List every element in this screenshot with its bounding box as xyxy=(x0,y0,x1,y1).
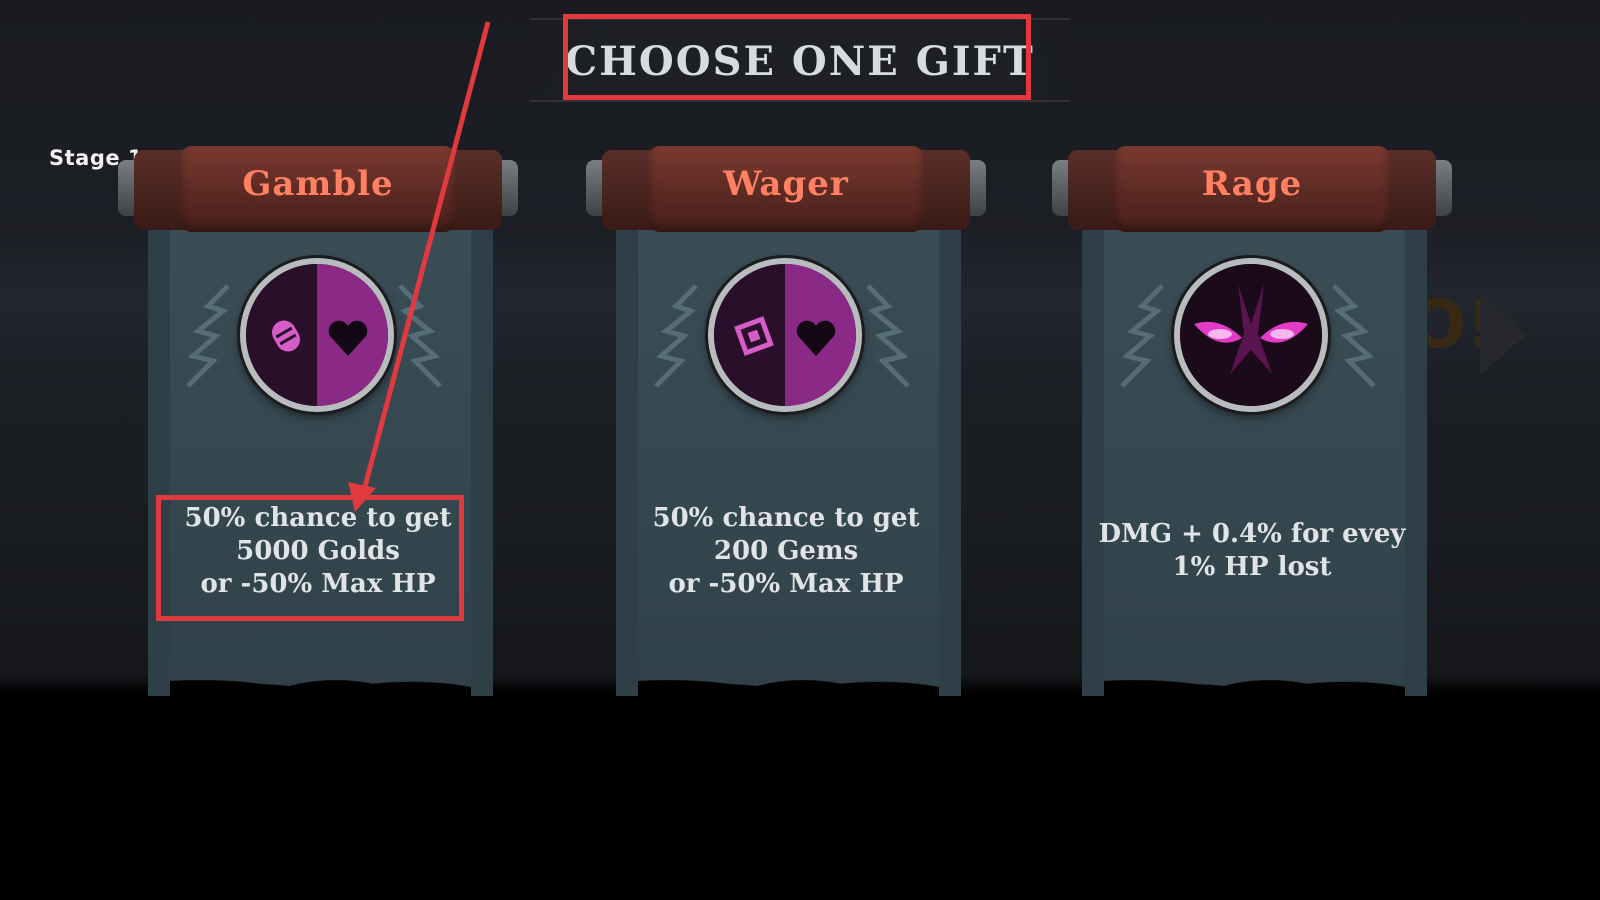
card-header-scroll-rod: Gamble xyxy=(118,146,518,232)
thorn-ornament-icon xyxy=(186,284,230,388)
description-line: or -50% Max HP xyxy=(668,569,904,599)
card-title: Gamble xyxy=(242,164,394,204)
gift-card-wager[interactable]: Wager 50% chance to get 200 Gems or -50%… xyxy=(586,146,986,706)
card-header-scroll-rod: Rage xyxy=(1052,146,1452,232)
description-line: DMG + 0.4% for evey xyxy=(1098,519,1406,549)
background-next-arrow-icon xyxy=(1480,295,1526,375)
gift-card-gamble[interactable]: Gamble 50% chance to get 5000 Golds or -… xyxy=(118,146,518,706)
gift-selection-screen: O! CHOOSE ONE GIFT Stage 1 Gamble 50% ch… xyxy=(0,0,1600,900)
gem-and-heart-icon xyxy=(708,258,862,412)
card-header-scroll-rod: Wager xyxy=(586,146,986,232)
title-highlight-box xyxy=(563,14,1031,100)
ground-silhouette xyxy=(0,696,1600,900)
description-line: 50% chance to get xyxy=(652,503,920,533)
gold-coin-and-heart-icon xyxy=(240,258,394,412)
card-title: Wager xyxy=(723,164,849,204)
gift-card-rage[interactable]: Rage DMG + 0.4% for evey 1% HP lost xyxy=(1052,146,1452,706)
thorn-ornament-icon xyxy=(1120,284,1164,388)
description-line: 1% HP lost xyxy=(1172,552,1332,582)
thorn-ornament-icon xyxy=(866,284,910,388)
card-title: Rage xyxy=(1201,164,1303,204)
thorn-ornament-icon xyxy=(654,284,698,388)
card-description: DMG + 0.4% for evey 1% HP lost xyxy=(1092,518,1412,584)
description-highlight-box xyxy=(156,495,464,621)
description-line: 200 Gems xyxy=(713,536,859,566)
card-description: 50% chance to get 200 Gems or -50% Max H… xyxy=(626,502,946,601)
thorn-ornament-icon xyxy=(398,284,442,388)
rage-eyes-icon xyxy=(1174,258,1328,412)
thorn-ornament-icon xyxy=(1332,284,1376,388)
